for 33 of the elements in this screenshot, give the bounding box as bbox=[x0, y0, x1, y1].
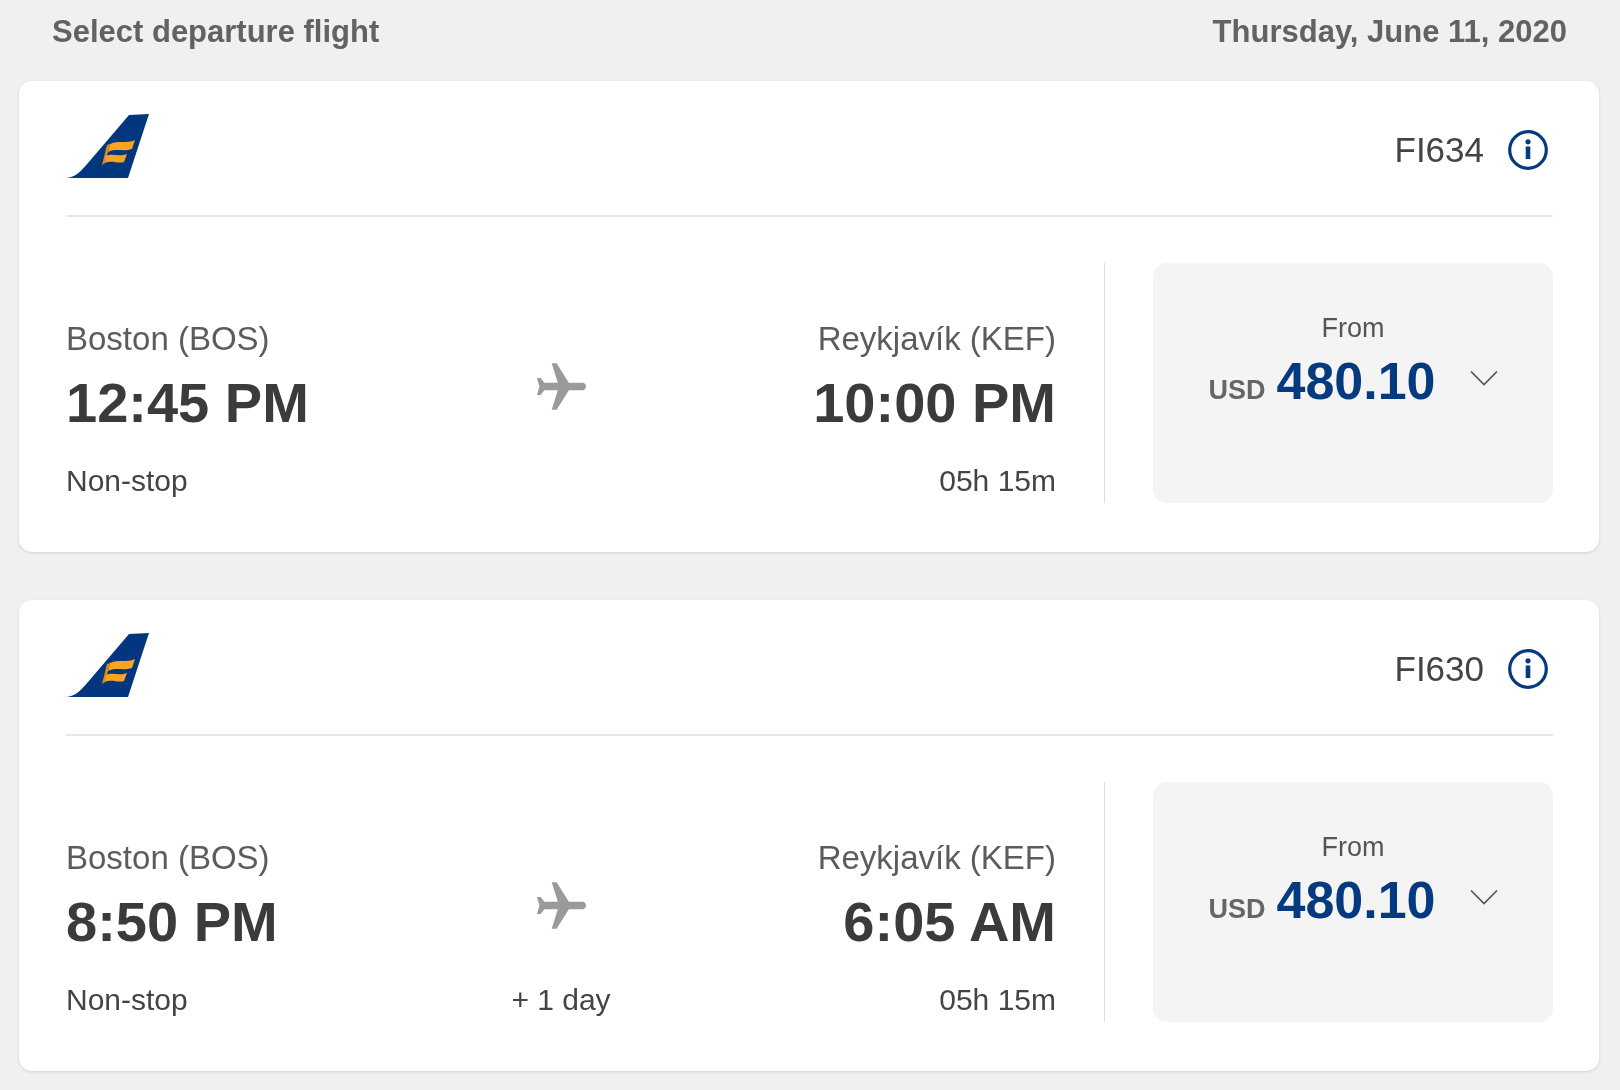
currency-label: USD bbox=[1208, 894, 1266, 925]
duration-label: 05h 15m bbox=[939, 463, 1056, 500]
stops-label: Non-stop bbox=[66, 982, 188, 1019]
arrival-city: Reykjavík (KEF) bbox=[817, 838, 1056, 878]
currency-label: USD bbox=[1208, 375, 1266, 406]
departure-time: 12:45 PM bbox=[66, 370, 309, 435]
arrival-city: Reykjavík (KEF) bbox=[817, 319, 1056, 359]
stops-label: Non-stop bbox=[66, 463, 188, 500]
from-label: From bbox=[1321, 312, 1385, 345]
airplane-icon bbox=[536, 881, 586, 929]
arrival-time: 10:00 PM bbox=[813, 370, 1056, 435]
departure-time: 8:50 PM bbox=[66, 889, 278, 954]
duration-label: 05h 15m bbox=[939, 982, 1056, 1019]
arrival-time: 6:05 AM bbox=[843, 889, 1056, 954]
info-icon[interactable] bbox=[1508, 649, 1548, 689]
price-amount: 480.10 bbox=[1276, 351, 1436, 411]
chevron-down-icon[interactable] bbox=[1469, 370, 1498, 386]
fare-panel[interactable]: From USD 480.10 bbox=[1153, 263, 1553, 503]
tail-fin-icon bbox=[66, 633, 150, 697]
from-label: From bbox=[1321, 831, 1385, 864]
tail-fin-icon bbox=[66, 114, 150, 178]
page-title: Select departure flight bbox=[52, 13, 380, 51]
flight-number: FI630 bbox=[1394, 648, 1484, 690]
flight-date: Thursday, June 11, 2020 bbox=[1212, 13, 1567, 51]
departure-city: Boston (BOS) bbox=[66, 319, 270, 359]
airplane-icon bbox=[536, 362, 586, 410]
flight-number: FI634 bbox=[1394, 129, 1484, 171]
chevron-down-icon[interactable] bbox=[1469, 889, 1498, 905]
price-amount: 480.10 bbox=[1276, 870, 1436, 930]
departure-city: Boston (BOS) bbox=[66, 838, 270, 878]
day-offset-label: + 1 day bbox=[511, 982, 611, 1019]
info-icon[interactable] bbox=[1508, 130, 1548, 170]
fare-panel[interactable]: From USD 480.10 bbox=[1153, 782, 1553, 1022]
